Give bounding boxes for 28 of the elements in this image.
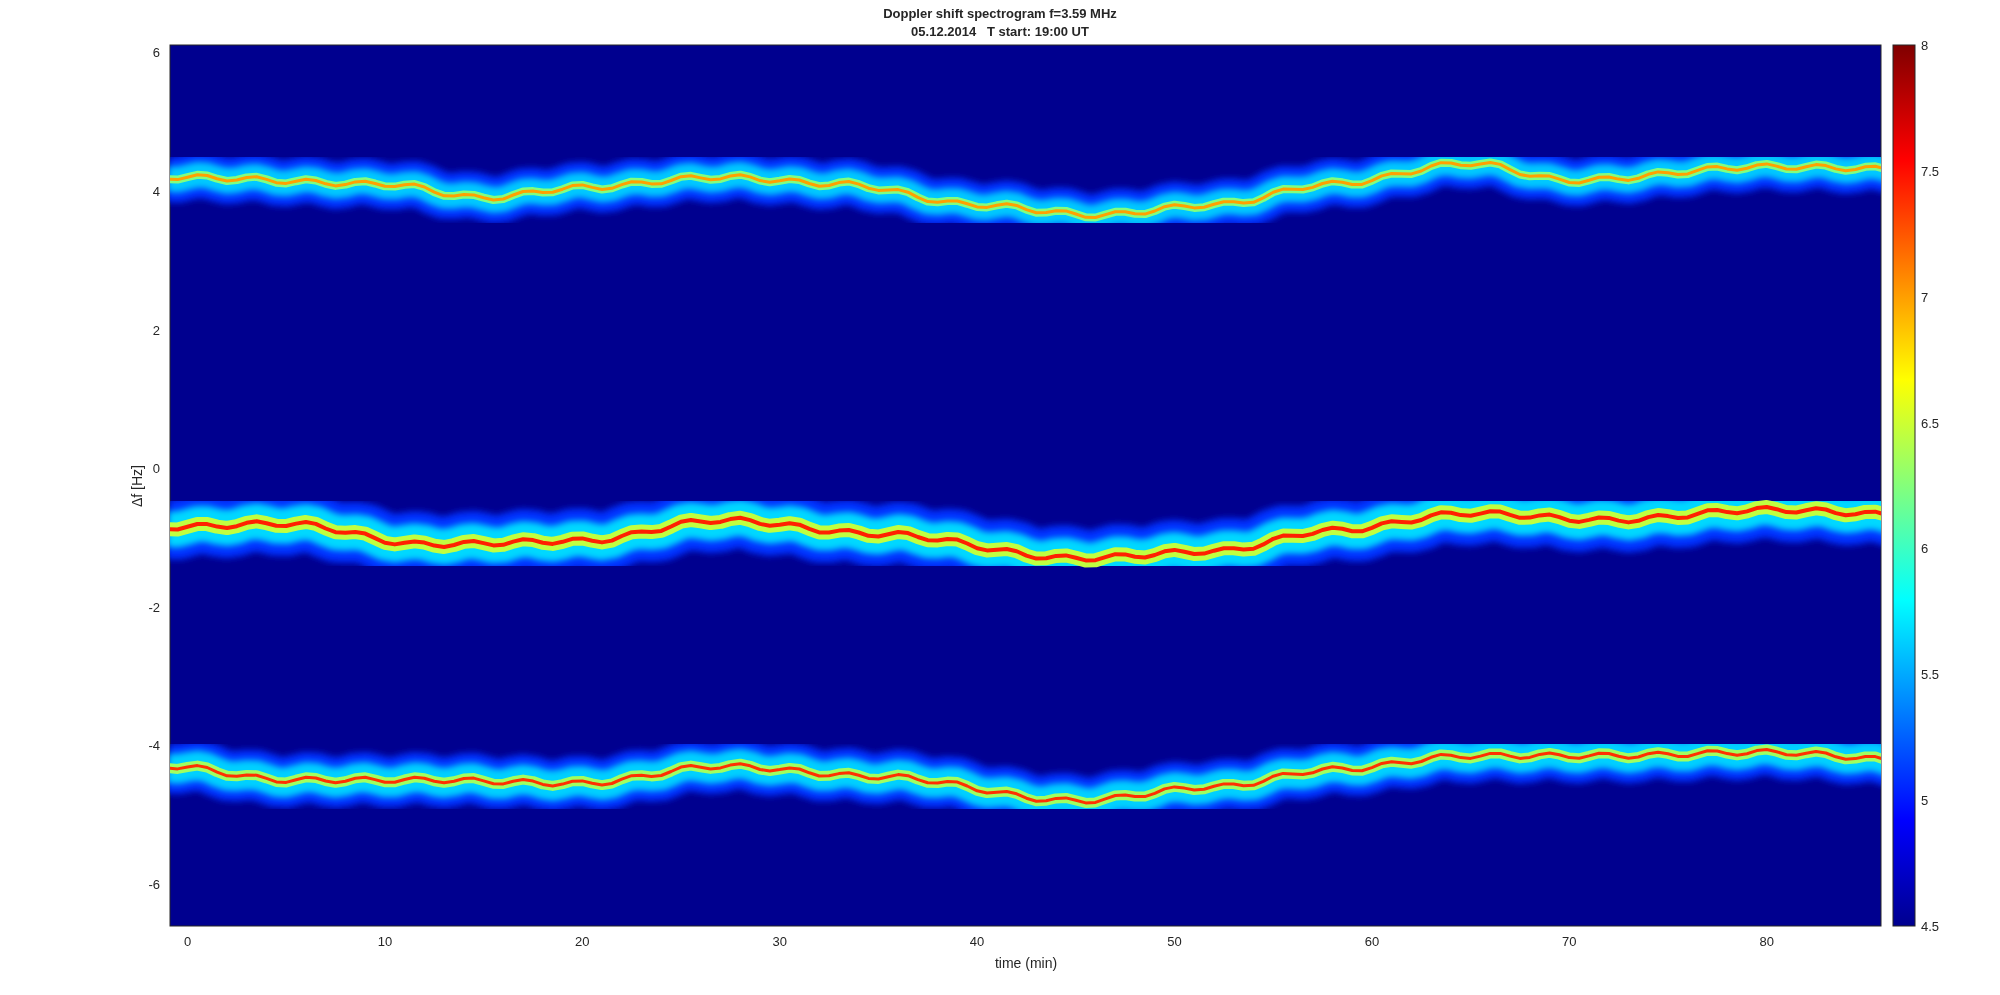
y-axis-label: Δf [Hz] — [129, 465, 145, 507]
x-tick-label: 40 — [969, 934, 985, 949]
colorbar-tick-label: 8 — [1921, 38, 1929, 53]
colorbar-tick-label: 5 — [1921, 793, 1929, 809]
colorbar-tick-label: 5.5 — [1921, 667, 1940, 683]
x-axis-label: time (min) — [994, 955, 1058, 971]
y-tick-label: 0 — [152, 461, 160, 477]
colorbar-tick-label: 6 — [1921, 541, 1929, 557]
y-tick-label: 2 — [152, 322, 160, 338]
x-tick-label: 60 — [1364, 934, 1380, 949]
x-tick-label: 70 — [1562, 934, 1577, 949]
chart-subtitle: 05.12.2014 T start: 19:00 UT — [911, 24, 1089, 39]
chart-title: Doppler shift spectrogram f=3.59 MHz — [883, 6, 1117, 21]
colorbar-tick-label: 4.5 — [1921, 919, 1940, 934]
y-tick-label: 6 — [152, 45, 160, 61]
colorbar-tick-label: 7.5 — [1921, 163, 1940, 179]
x-tick-label: 50 — [1167, 934, 1182, 949]
y-tick-label: -2 — [148, 599, 160, 615]
y-tick-label: -6 — [148, 876, 160, 892]
x-tick-label: 10 — [377, 934, 393, 949]
x-tick-label: 80 — [1759, 934, 1774, 949]
colorbar-tick-label: 7 — [1921, 289, 1929, 305]
x-tick-label: 20 — [575, 934, 590, 949]
y-tick-label: 4 — [152, 183, 160, 199]
x-tick-label: 30 — [772, 934, 787, 949]
y-tick-label: -4 — [148, 738, 160, 754]
colorbar-tick-label: 6.5 — [1921, 415, 1940, 431]
x-tick-label: 0 — [183, 934, 192, 949]
